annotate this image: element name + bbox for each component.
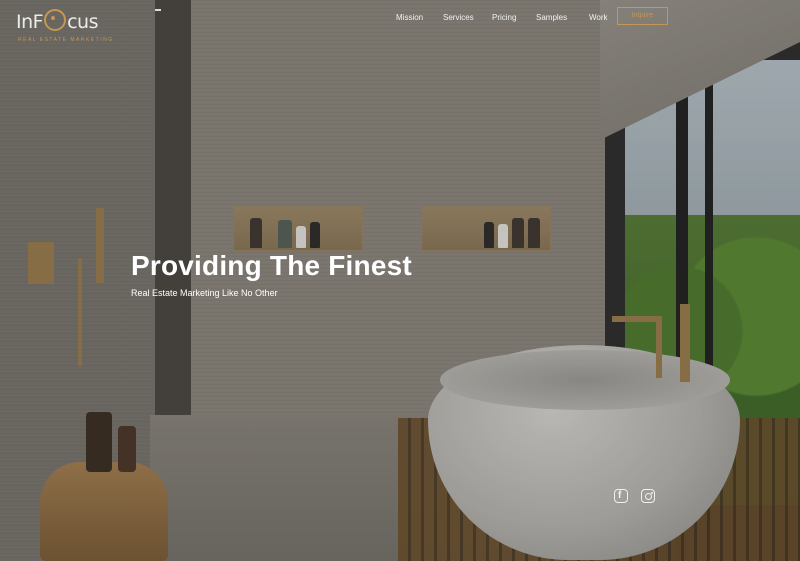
logo-tagline: REAL ESTATE MARKETING (18, 37, 114, 43)
nav-item-services[interactable]: Services (443, 13, 474, 22)
nav-item-mission[interactable]: Mission (396, 13, 423, 22)
logo-wordmark: InF cus (16, 9, 98, 33)
nav-item-work[interactable]: Work (589, 13, 608, 22)
inquire-button[interactable]: Inquire (617, 7, 668, 25)
menu-dash (155, 9, 161, 11)
hero-headline: Providing The Finest (131, 250, 412, 281)
nav-item-samples[interactable]: Samples (536, 13, 567, 22)
logo[interactable]: InF cus REAL ESTATE MARKETING (16, 9, 112, 43)
nav-item-pricing[interactable]: Pricing (492, 13, 516, 22)
instagram-icon[interactable] (641, 489, 655, 503)
facebook-icon[interactable]: f (614, 489, 628, 503)
lens-icon (44, 9, 67, 31)
hero-subheadline: Real Estate Marketing Like No Other (131, 288, 278, 298)
